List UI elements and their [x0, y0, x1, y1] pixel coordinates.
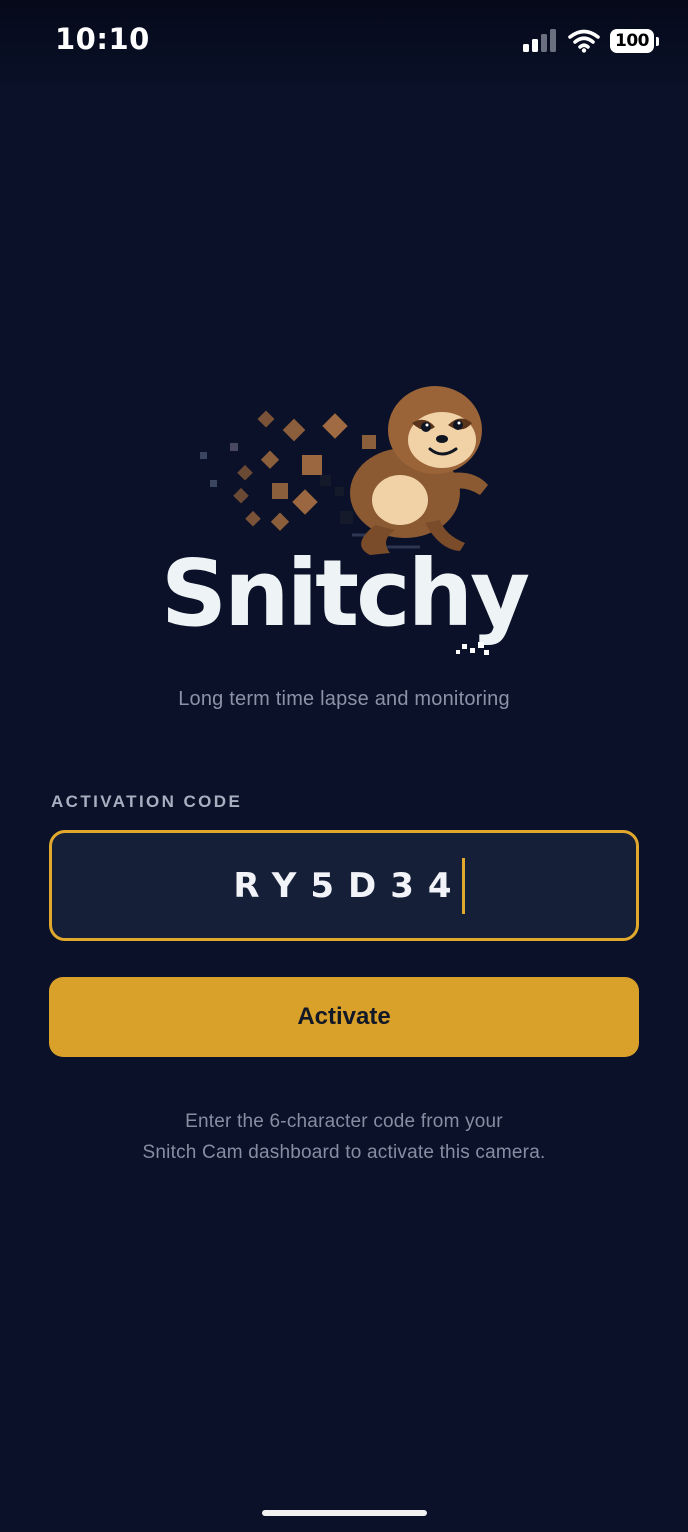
tagline: Long term time lapse and monitoring — [178, 688, 510, 710]
wifi-icon — [568, 29, 600, 53]
app-title: Snitchy — [160, 540, 530, 647]
helper-text: Enter the 6-character code from your Sni… — [0, 1106, 688, 1168]
status-time: 10:10 — [55, 22, 150, 56]
home-indicator[interactable] — [262, 1510, 427, 1516]
sloth-mascot-icon — [200, 386, 488, 555]
battery-tip — [656, 36, 659, 46]
status-icons: 100 — [522, 28, 660, 54]
battery-icon: 100 — [610, 28, 660, 54]
activation-code-label: ACTIVATION CODE — [51, 792, 243, 811]
helper-text-line-1: Enter the 6-character code from your — [185, 1111, 503, 1132]
battery-body: 100 — [610, 29, 654, 53]
title-pixel-decoration — [456, 642, 489, 655]
status-bar: 10:10 100 — [0, 0, 688, 90]
signal-icon — [523, 29, 556, 52]
activation-code-value[interactable]: RY5D34 — [233, 866, 465, 906]
helper-text-line-2: Snitch Cam dashboard to activate this ca… — [142, 1142, 546, 1163]
activate-button[interactable]: Activate — [49, 977, 639, 1057]
activation-code-input[interactable]: RY5D34 — [49, 830, 639, 941]
text-cursor — [461, 857, 465, 914]
battery-level: 100 — [615, 31, 650, 51]
